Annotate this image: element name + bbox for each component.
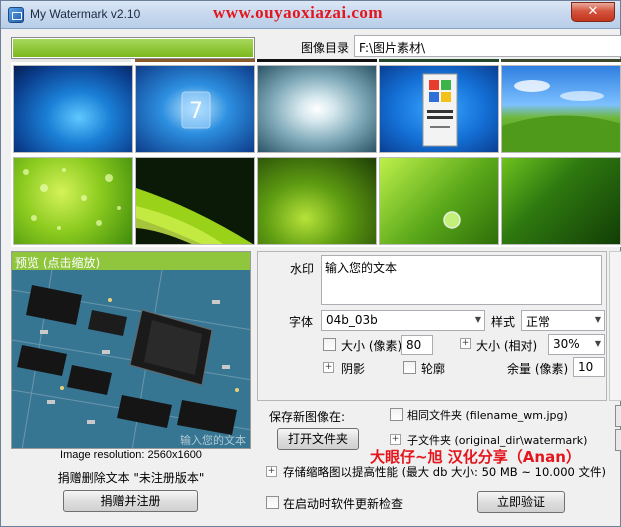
panel-scrollbar[interactable]: [609, 251, 621, 401]
font-label: 字体: [289, 315, 314, 329]
thumbnail-grid: 7: [11, 59, 621, 247]
size-pixels-label: 大小 (像素): [341, 339, 403, 353]
image-resolution: Image resolution: 2560x1600: [60, 449, 202, 461]
cache-expand-icon[interactable]: +: [266, 466, 277, 477]
size-pixels-input[interactable]: 80: [401, 335, 433, 355]
style-select[interactable]: 正常 ▼: [521, 310, 605, 331]
verify-now-button[interactable]: 立即验证: [477, 491, 565, 513]
donate-register-button[interactable]: 捐赠并注册: [63, 490, 198, 512]
thumbnail-windows-7-blue[interactable]: [13, 65, 133, 153]
progress-bar: [11, 37, 255, 59]
thumbnail-green-glow[interactable]: [257, 157, 377, 245]
save-location-label: 保存新图像在:: [269, 410, 346, 424]
thumbnail-dark-green[interactable]: [501, 157, 621, 245]
progress-fill: [13, 39, 253, 57]
directory-label: 图像目录: [301, 41, 350, 55]
shadow-label: 阴影: [341, 362, 366, 376]
preview-header: 预览 (点击缩放): [12, 252, 250, 270]
margin-input[interactable]: 10: [573, 357, 605, 377]
size-relative-label: 大小 (相对): [476, 339, 538, 353]
size-relative-expand-icon[interactable]: +: [460, 338, 471, 349]
close-button[interactable]: ✕: [571, 2, 615, 22]
watermark-label: 水印: [290, 262, 315, 276]
thumbnail-green-swoosh[interactable]: [135, 157, 255, 245]
thumbnail-bliss-hill[interactable]: [501, 65, 621, 153]
site-watermark: www.ouyaoxiazai.com: [213, 3, 384, 22]
outline-checkbox[interactable]: [403, 361, 416, 374]
same-folder-label: 相同文件夹 (filename_wm.jpg): [407, 409, 568, 422]
svg-text:7: 7: [189, 99, 203, 124]
same-folder-checkbox[interactable]: [390, 408, 403, 421]
preview-watermark-overlay: 输入您的文本: [180, 434, 246, 447]
window-title: My Watermark v2.10: [30, 7, 141, 21]
chevron-down-icon: ▼: [474, 315, 481, 324]
shadow-expand-icon[interactable]: +: [323, 362, 334, 373]
subfolder-expand-icon[interactable]: +: [390, 434, 401, 445]
title-bar: My Watermark v2.10 www.ouyaoxiazai.com ✕: [1, 1, 620, 29]
style-select-value: 正常: [526, 315, 551, 329]
unregistered-notice: 捐赠删除文本 "未注册版本": [57, 471, 205, 485]
open-folder-button[interactable]: 打开文件夹: [277, 428, 359, 450]
preview-image[interactable]: 输入您的文本: [12, 270, 250, 448]
directory-input[interactable]: F:\图片素材\: [354, 35, 621, 57]
app-window: My Watermark v2.10 www.ouyaoxiazai.com ✕…: [0, 0, 621, 527]
outline-label: 轮廓: [421, 362, 446, 376]
style-label: 样式: [491, 315, 516, 329]
preview-panel[interactable]: 预览 (点击缩放) 输入您的文本: [11, 251, 251, 449]
margin-label: 余量 (像素): [507, 362, 569, 376]
font-select[interactable]: 04b_03b ▼: [321, 310, 485, 331]
side-button-bottom[interactable]: [615, 429, 621, 451]
thumbnail-aqua-spot[interactable]: [257, 65, 377, 153]
thumbnail-green-droplets[interactable]: [13, 157, 133, 245]
check-updates-label: 在启动时软件更新检查: [283, 497, 404, 511]
size-pixels-checkbox[interactable]: [323, 338, 336, 351]
side-button-top[interactable]: [615, 405, 621, 427]
check-updates-checkbox[interactable]: [266, 496, 279, 509]
size-relative-select[interactable]: 30% ▼: [548, 334, 605, 355]
app-icon: [8, 7, 24, 23]
size-relative-value: 30%: [553, 337, 580, 351]
watermark-text-input[interactable]: 输入您的文本: [321, 255, 602, 305]
font-select-value: 04b_03b: [326, 313, 378, 327]
chevron-down-icon: ▼: [594, 339, 601, 348]
thumbnail-windows-nt-logo[interactable]: [379, 65, 499, 153]
chevron-down-icon: ▼: [594, 315, 601, 324]
thumbnail-water-drop-leaf[interactable]: [379, 157, 499, 245]
cache-label: 存储缩略图以提高性能 (最大 db 大小: 50 MB ~ 10.000 文件): [283, 465, 607, 479]
thumbnail-windows-7-logo[interactable]: 7: [135, 65, 255, 153]
